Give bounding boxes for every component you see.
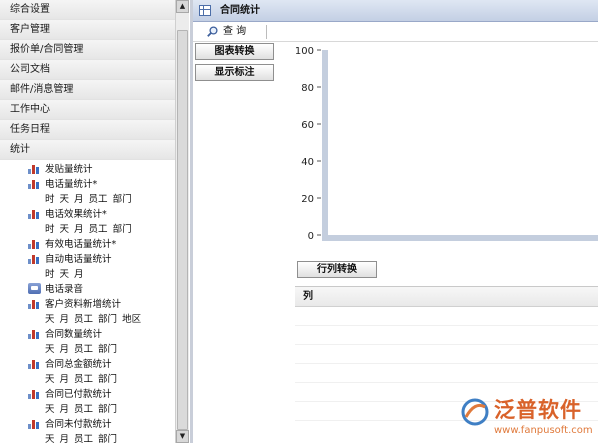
menu-item-work-center[interactable]: 工作中心: [0, 100, 175, 120]
table-row: [295, 345, 598, 364]
y-tick-label: 100: [295, 46, 314, 57]
y-tick-label: 60: [301, 120, 314, 131]
table-row: [295, 307, 598, 326]
tree-sub-options[interactable]: 时 天 月 员工 部门: [0, 222, 175, 237]
bar-chart-icon: [28, 238, 41, 249]
grid-column-header[interactable]: 列: [295, 287, 598, 307]
bar-chart-icon: [28, 298, 41, 309]
tree-sub-options[interactable]: 时 天 月 员工 部门: [0, 192, 175, 207]
menu-item-mail-messages[interactable]: 邮件/消息管理: [0, 80, 175, 100]
statistics-tree: 发贴量统计 电话量统计* 时 天 月 员工 部门 电话效果统计* 时 天 月 员…: [0, 162, 175, 443]
row-column-switch-button[interactable]: 行列转换: [297, 261, 377, 278]
tree-item-contract-total-stats[interactable]: 合同总金额统计: [0, 357, 175, 372]
page-title: 合同统计: [220, 5, 260, 16]
brand-logo-icon: [461, 398, 489, 426]
watermark-url: www.fanpusoft.com: [494, 425, 593, 436]
x-axis-line: [322, 235, 598, 241]
menu-item-quotes-contracts[interactable]: 报价单/合同管理: [0, 40, 175, 60]
search-button[interactable]: 查 询: [207, 24, 246, 40]
tree-item-call-recording[interactable]: 电话录音: [0, 282, 175, 297]
menu-item-customers[interactable]: 客户管理: [0, 20, 175, 40]
phone-icon: [28, 283, 41, 294]
watermark-brand: 泛普软件: [494, 398, 582, 422]
menu-item-documents[interactable]: 公司文档: [0, 60, 175, 80]
main-panel: 合同统计 查 询 图表转换 显示标注 0 20 40 60 80 100 行列转换 列: [193, 0, 598, 443]
contract-stats-chart: 0 20 40 60 80 100: [291, 40, 598, 250]
menu-item-statistics[interactable]: 统计: [0, 140, 175, 160]
bar-chart-icon: [28, 358, 41, 369]
search-icon: [207, 26, 218, 37]
table-row: [295, 364, 598, 383]
bar-chart-icon: [28, 163, 41, 174]
chart-switch-button[interactable]: 图表转换: [195, 43, 274, 60]
tree-sub-options[interactable]: 天 月 员工 部门: [0, 402, 175, 417]
y-axis-line: [322, 50, 328, 241]
scroll-up-icon[interactable]: ▲: [176, 0, 189, 13]
sidebar-scrollbar[interactable]: ▲ ▼: [175, 0, 189, 443]
tree-item-contract-paid-stats[interactable]: 合同已付款统计: [0, 387, 175, 402]
tree-sub-options[interactable]: 天 月 员工 部门: [0, 432, 175, 443]
bar-chart-icon: [28, 328, 41, 339]
bar-chart-icon: [28, 178, 41, 189]
tree-item-auto-call-stats[interactable]: 自动电话量统计: [0, 252, 175, 267]
bar-chart-icon: [28, 388, 41, 399]
scrollbar-thumb[interactable]: [177, 30, 188, 430]
tree-item-valid-call-stats[interactable]: 有效电话量统计*: [0, 237, 175, 252]
menu-item-schedule[interactable]: 任务日程: [0, 120, 175, 140]
tree-sub-options[interactable]: 天 月 员工 部门 地区: [0, 312, 175, 327]
show-labels-button[interactable]: 显示标注: [195, 64, 274, 81]
tree-sub-options[interactable]: 时 天 月: [0, 267, 175, 282]
tree-sub-options[interactable]: 天 月 员工 部门: [0, 372, 175, 387]
menu-item-settings[interactable]: 综合设置: [0, 0, 175, 20]
tree-item-call-volume-stats[interactable]: 电话量统计*: [0, 177, 175, 192]
bar-chart-icon: [28, 418, 41, 429]
tree-item-new-customer-stats[interactable]: 客户资料新增统计: [0, 297, 175, 312]
y-tick-label: 20: [301, 194, 314, 205]
bar-chart-icon: [28, 253, 41, 264]
scroll-down-icon[interactable]: ▼: [176, 430, 189, 443]
main-menu: 综合设置 客户管理 报价单/合同管理 公司文档 邮件/消息管理 工作中心 任务日…: [0, 0, 175, 160]
tree-item-posts-stats[interactable]: 发贴量统计: [0, 162, 175, 177]
watermark-logo: 泛普软件 www.fanpusoft.com: [458, 395, 598, 443]
y-tick-label: 0: [308, 231, 314, 242]
tree-item-contract-count-stats[interactable]: 合同数量统计: [0, 327, 175, 342]
table-row: [295, 326, 598, 345]
chart-canvas: 0 20 40 60 80 100: [295, 46, 598, 242]
bar-chart-icon: [28, 208, 41, 219]
toolbar-separator: [266, 25, 267, 39]
left-navigation: 综合设置 客户管理 报价单/合同管理 公司文档 邮件/消息管理 工作中心 任务日…: [0, 0, 190, 443]
y-tick-label: 80: [301, 83, 314, 94]
tree-item-contract-unpaid-stats[interactable]: 合同未付款统计: [0, 417, 175, 432]
panel-title-bar: 合同统计: [193, 0, 598, 22]
tree-sub-options[interactable]: 天 月 员工 部门: [0, 342, 175, 357]
toolbar: 查 询: [193, 22, 598, 42]
table-icon: [199, 5, 211, 16]
tree-item-call-effect-stats[interactable]: 电话效果统计*: [0, 207, 175, 222]
y-tick-label: 40: [301, 157, 314, 168]
